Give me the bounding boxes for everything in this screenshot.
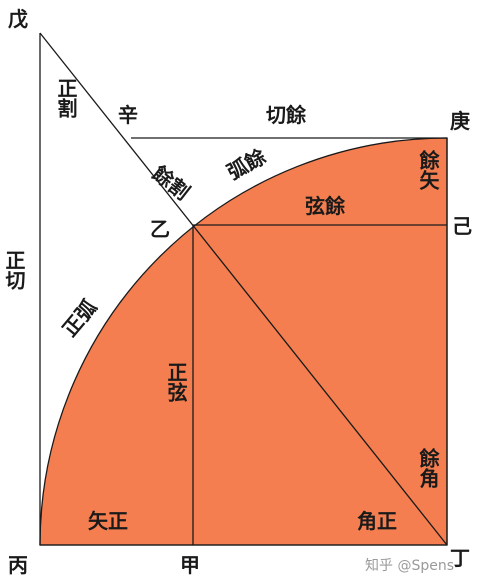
term-label-xian-yu: 弦餘 [305,194,346,218]
point-label-yi: 乙 [150,217,170,241]
term-label-yu-shi: 餘矢 [416,149,440,191]
point-label-bing: 丙 [8,553,28,577]
point-label-jia: 甲 [180,553,200,577]
watermark-text: 知乎 @Spens [365,557,454,574]
trigonometric-quadrant-diagram: 戊 庚 乙 己 丙 甲 丁 辛 正割 正切 切餘 餘割 弧餘 弦餘 餘矢 正弧 … [2,7,472,577]
term-label-zheng-hu: 正弧 [57,295,101,341]
term-label-yu-jiao: 餘角 [416,447,440,489]
term-label-hu-yu: 弧餘 [223,144,270,184]
point-label-wu: 戊 [8,7,28,31]
term-label-shi-zheng: 矢正 [88,509,128,533]
point-label-ji: 己 [452,214,472,238]
point-label-geng: 庚 [450,109,470,133]
diagram-stage: 戊 庚 乙 己 丙 甲 丁 辛 正割 正切 切餘 餘割 弧餘 弦餘 餘矢 正弧 … [0,0,477,579]
quarter-circle-fill [39,137,448,546]
term-label-zheng-qie: 正切 [2,250,26,291]
term-label-zheng-ge: 正割 [54,78,78,118]
term-label-qie-yu: 切餘 [266,103,307,127]
point-label-xin: 辛 [118,103,138,127]
term-label-zheng-xian: 正弦 [164,362,188,402]
term-label-jiao-zheng: 角正 [357,509,397,533]
